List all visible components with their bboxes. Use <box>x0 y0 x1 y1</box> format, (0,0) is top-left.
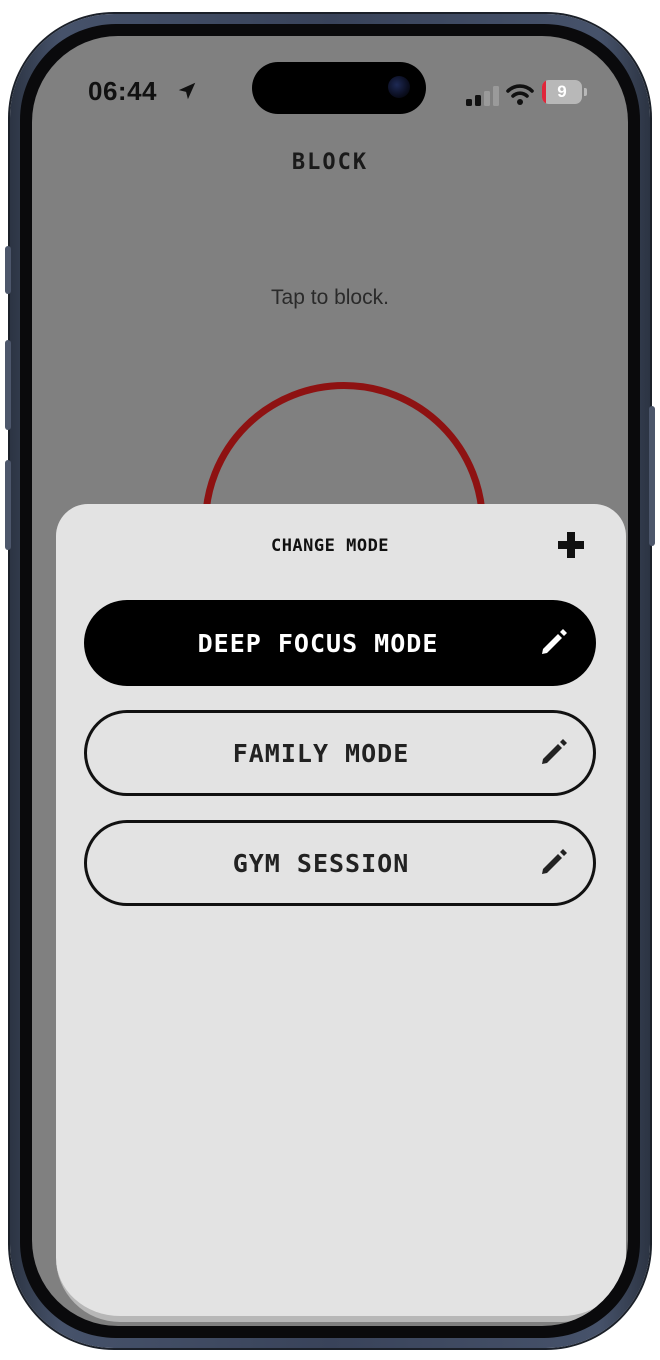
pencil-icon[interactable] <box>538 736 570 768</box>
power-button <box>649 406 655 546</box>
status-time: 06:44 <box>88 76 157 106</box>
dynamic-island <box>252 62 426 114</box>
mode-label: GYM SESSION <box>232 848 410 878</box>
wifi-icon <box>506 84 534 105</box>
phone-frame: 06:44 9 BLOCK Tap to block. CHANGE MODE … <box>5 14 655 1348</box>
mode-family[interactable]: FAMILY MODE <box>84 710 596 796</box>
pencil-icon[interactable] <box>538 846 570 878</box>
battery-icon: 9 <box>542 80 590 104</box>
battery-level: 9 <box>557 82 567 101</box>
battery-body: 9 <box>542 80 582 104</box>
mode-gym-session[interactable]: GYM SESSION <box>84 820 596 906</box>
volume-up-button <box>5 340 11 430</box>
action-button <box>5 246 11 294</box>
change-mode-sheet: CHANGE MODE DEEP FOCUS MODE FAMILY MODE <box>56 504 626 1322</box>
mode-label: DEEP FOCUS MODE <box>197 628 439 658</box>
sheet-title: CHANGE MODE <box>270 536 390 556</box>
page-title: BLOCK <box>291 150 369 175</box>
battery-cap <box>584 88 587 96</box>
mode-label: FAMILY MODE <box>232 738 410 768</box>
plus-icon-vertical <box>567 532 575 558</box>
front-camera-icon <box>388 76 410 98</box>
add-mode-button[interactable] <box>556 530 586 560</box>
cellular-signal-icon <box>466 86 499 106</box>
tap-to-block-hint: Tap to block. <box>271 286 389 309</box>
volume-down-button <box>5 460 11 550</box>
pencil-icon[interactable] <box>538 626 570 658</box>
location-arrow-icon <box>178 82 196 100</box>
mode-deep-focus[interactable]: DEEP FOCUS MODE <box>84 600 596 686</box>
bezel: 06:44 9 BLOCK Tap to block. CHANGE MODE … <box>20 24 640 1338</box>
screen: 06:44 9 BLOCK Tap to block. CHANGE MODE … <box>32 36 628 1326</box>
